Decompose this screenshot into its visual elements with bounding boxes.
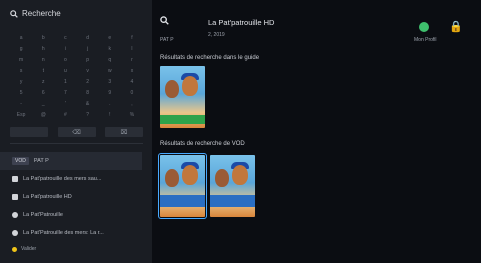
keyboard-key[interactable]: _ [32, 99, 54, 110]
lock-icon[interactable]: 🔒 [449, 20, 463, 33]
keyboard-key[interactable]: t [32, 66, 54, 77]
keyboard-key[interactable]: Esp [10, 110, 32, 121]
user-avatar-icon[interactable] [419, 22, 429, 32]
keyboard-key[interactable]: ' [54, 99, 76, 110]
search-title: Recherche [22, 9, 61, 18]
keyboard-key[interactable]: u [54, 66, 76, 77]
guide-poster[interactable] [160, 66, 205, 128]
vod-poster-1[interactable] [158, 153, 207, 219]
keyboard-key[interactable]: x [121, 66, 143, 77]
keyboard-key[interactable]: , [121, 99, 143, 110]
list-item[interactable]: La Pat'Patrouille des mers: La r... [10, 224, 152, 242]
main-content: PAT P La Pat'patrouille HD 2, 2019 Mon P… [152, 0, 481, 263]
user-label: Mon Profil [414, 37, 437, 43]
keyboard-key[interactable]: # [54, 110, 76, 121]
search-header[interactable]: Recherche [10, 9, 61, 18]
list-item[interactable]: La Pat'patrouille des mers sau... [10, 170, 152, 188]
series-icon [12, 230, 18, 236]
list-item[interactable]: La Pat'patrouille HD [10, 188, 152, 206]
tv-icon [12, 176, 18, 182]
keyboard-row: 567890 [10, 88, 143, 99]
search-icon[interactable] [160, 16, 169, 27]
tv-icon [12, 194, 18, 200]
guide-section-title: Résultats de recherche dans le guide [160, 55, 260, 61]
list-item-label: PAT P [33, 158, 49, 164]
selected-year: 2, 2019 [208, 32, 225, 38]
search-query: PAT P [160, 37, 174, 43]
keyboard-key[interactable]: 0 [121, 88, 143, 99]
vod-badge: VOD [12, 157, 29, 165]
keyboard-key[interactable]: o [54, 55, 76, 66]
keyboard-key[interactable]: q [99, 55, 121, 66]
keyboard-row: Esp @ #?!% [10, 110, 143, 121]
keyboard-key[interactable]: m [10, 55, 32, 66]
validate-hint-label: Valider [21, 246, 37, 252]
yellow-button-icon [12, 246, 17, 252]
keyboard-key[interactable]: 5 [10, 88, 32, 99]
list-item-label: La Pat'Patrouille des mers: La r... [23, 230, 104, 236]
keyboard-key[interactable]: w [99, 66, 121, 77]
keyboard-key[interactable]: 3 [99, 77, 121, 88]
keyboard-key[interactable]: n [32, 55, 54, 66]
keyboard-key[interactable]: - [10, 99, 32, 110]
keyboard-key[interactable]: l [121, 44, 143, 55]
keyboard-key[interactable]: & [77, 99, 99, 110]
keyboard-key[interactable]: g [10, 44, 32, 55]
keyboard-key[interactable]: b [32, 33, 54, 44]
divider [10, 143, 143, 144]
list-item[interactable]: VOD PAT P [0, 152, 142, 170]
keyboard-key[interactable]: ? [77, 110, 99, 121]
selected-title: La Pat'patrouille HD [208, 18, 275, 27]
keyboard-key[interactable]: f [121, 33, 143, 44]
keyboard-key[interactable]: i [54, 44, 76, 55]
keyboard-key[interactable]: v [77, 66, 99, 77]
keyboard-row: abcdef [10, 33, 143, 44]
keyboard-key[interactable]: k [99, 44, 121, 55]
keyboard-key[interactable]: j [77, 44, 99, 55]
list-item-label: La Pat'patrouille HD [23, 194, 72, 200]
keyboard-key[interactable]: d [77, 33, 99, 44]
on-screen-keyboard: a b c d e f g h i j k l m n o p q r s t u v w x y z 1 2 3 4 5 6 7 8 9 0- _ ' &… [10, 33, 143, 121]
keyboard-row: yz1234 [10, 77, 143, 88]
keyboard-backspace-key[interactable]: ⌫ [57, 127, 96, 137]
keyboard-key[interactable]: % [121, 110, 143, 121]
search-icon [10, 9, 18, 18]
keyboard-row: stuvwx [10, 66, 143, 77]
list-item[interactable]: La Pat'Patrouille [10, 206, 152, 224]
validate-hint: Valider [12, 246, 36, 252]
keyboard-key[interactable]: h [32, 44, 54, 55]
list-item-label: La Pat'Patrouille [23, 212, 63, 218]
keyboard-key[interactable]: 4 [121, 77, 143, 88]
keyboard-key[interactable]: p [77, 55, 99, 66]
search-results-list: VOD PAT P La Pat'patrouille des mers sau… [0, 152, 152, 242]
keyboard-key[interactable]: c [54, 33, 76, 44]
keyboard-key[interactable]: a [10, 33, 32, 44]
keyboard-row: mnopqr [10, 55, 143, 66]
keyboard-key[interactable]: y [10, 77, 32, 88]
keyboard-key[interactable]: e [99, 33, 121, 44]
keyboard-key[interactable]: 8 [77, 88, 99, 99]
keyboard-key[interactable]: 1 [54, 77, 76, 88]
keyboard-key[interactable]: 6 [32, 88, 54, 99]
keyboard-key[interactable]: . [99, 99, 121, 110]
keyboard-key[interactable]: @ [32, 110, 54, 121]
vod-section-title: Résultats de recherche de VOD [160, 141, 245, 147]
keyboard-key[interactable]: 7 [54, 88, 76, 99]
keyboard-key[interactable]: z [32, 77, 54, 88]
keyboard-key[interactable]: ! [99, 110, 121, 121]
keyboard-clear-key[interactable]: ⌧ [105, 127, 143, 137]
series-icon [12, 212, 18, 218]
keyboard-key[interactable]: 2 [77, 77, 99, 88]
keyboard-key[interactable]: 9 [99, 88, 121, 99]
search-panel: Recherche abcdefghijklmnopqrstuvwxyz1234… [0, 0, 152, 263]
keyboard-key[interactable]: r [121, 55, 143, 66]
list-item-label: La Pat'patrouille des mers sau... [23, 176, 102, 182]
keyboard-space-key[interactable] [10, 127, 48, 137]
keyboard-key[interactable]: s [10, 66, 32, 77]
vod-poster-2[interactable] [210, 155, 255, 217]
keyboard-actions: ⌫ ⌧ [10, 127, 143, 137]
keyboard-row: ghijkl [10, 44, 143, 55]
keyboard-row: - _ ' &., [10, 99, 143, 110]
